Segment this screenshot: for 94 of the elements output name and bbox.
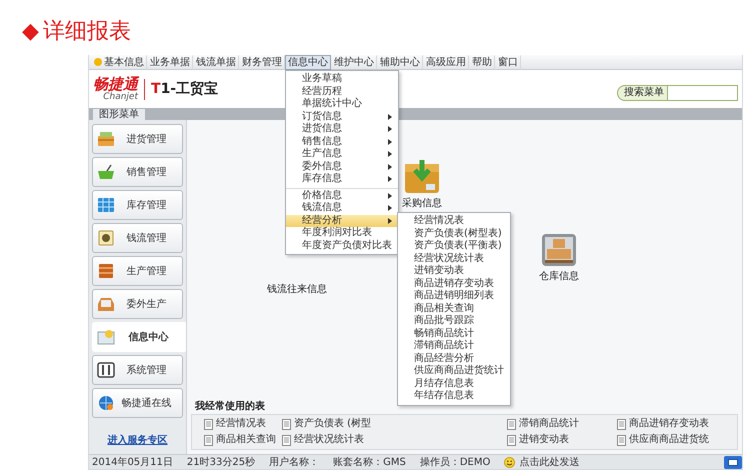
sidebar-item[interactable]: 生产管理 <box>92 256 183 286</box>
document-icon <box>507 434 516 446</box>
send-link[interactable]: 点击此处发送 <box>519 454 580 470</box>
sidebar-item[interactable]: 畅捷通在线 <box>92 388 183 418</box>
menu-entry[interactable]: 月结存信息表 <box>398 378 510 390</box>
menu-item[interactable]: 业务单据 <box>147 54 193 70</box>
menu-entry[interactable]: 商品批号跟踪 <box>398 315 510 328</box>
menu-entry[interactable]: 经营情况表 <box>398 215 510 228</box>
tab[interactable]: 图形菜单 <box>93 109 145 120</box>
menu-item[interactable]: 帮助 <box>469 54 495 70</box>
service-link[interactable]: 进入服务专区 <box>92 433 183 448</box>
menu-entry[interactable]: 商品进销明细列表 <box>398 290 510 302</box>
report-link[interactable]: 滞销商品统计 <box>519 418 579 430</box>
desktop-icon-label[interactable]: 采购信息 <box>402 196 442 211</box>
desktop-icon-label[interactable]: 钱流往来信息 <box>267 282 327 297</box>
menu-entry[interactable]: 畅销商品统计 <box>398 328 510 340</box>
menu-entry[interactable]: 委外信息 <box>286 160 398 173</box>
report-link[interactable]: 供应商商品进货统 <box>629 434 709 446</box>
diamond-marker: ◆ <box>22 18 39 46</box>
menu-entry[interactable]: 钱流信息 <box>286 202 398 214</box>
menu-entry[interactable]: 商品相关查询 <box>398 302 510 315</box>
menu-item[interactable]: 基本信息 <box>91 54 147 70</box>
menu-entry[interactable]: 单据统计中心 <box>286 98 398 110</box>
document-icon <box>617 434 626 446</box>
report-link[interactable]: 经营状况统计表 <box>294 434 364 446</box>
sliders-icon <box>97 362 115 378</box>
menu-entry[interactable]: 经营分析 <box>286 214 398 227</box>
boxes-icon <box>541 233 577 267</box>
sidebar-item[interactable]: 钱流管理 <box>92 223 183 253</box>
sidebar-item[interactable]: 系统管理 <box>92 355 183 385</box>
box-arrow-icon <box>404 158 440 194</box>
menu-item[interactable]: 信息中心 <box>285 54 331 70</box>
report-link[interactable]: 资产负债表 (树型 <box>294 418 372 430</box>
menu-item[interactable]: 高级应用 <box>423 54 469 70</box>
cabinet-icon <box>97 263 115 279</box>
user-name-label: 用户名称： <box>269 456 320 470</box>
report-link[interactable]: 经营情况表 <box>216 418 266 430</box>
smiley-icon <box>504 456 516 468</box>
window-icon <box>728 458 738 466</box>
menu-entry[interactable]: 滞销商品统计 <box>398 340 510 352</box>
menu-entry[interactable]: 生产信息 <box>286 148 398 160</box>
account-name: 账套名称：GMS <box>333 456 406 470</box>
sidebar-item[interactable]: 销售管理 <box>92 157 183 187</box>
menu-entry[interactable]: 业务草稿 <box>286 73 398 86</box>
report-link[interactable]: 进销变动表 <box>519 434 569 446</box>
menu-entry[interactable]: 订货信息 <box>286 110 398 123</box>
menu-entry[interactable]: 经营历程 <box>286 86 398 98</box>
menu-entry[interactable]: 进销变动表 <box>398 265 510 278</box>
menu-entry[interactable]: 价格信息 <box>286 188 398 202</box>
brand-logo-text: 畅捷通 <box>93 76 138 92</box>
document-icon <box>282 418 291 430</box>
sidebar-item[interactable]: 进货管理 <box>92 124 183 154</box>
menu-entry[interactable]: 进货信息 <box>286 123 398 136</box>
document-icon <box>617 418 626 430</box>
globe-icon <box>97 395 115 411</box>
coin-icon <box>97 230 115 246</box>
status-time: 21时33分25秒 <box>186 456 256 470</box>
cart-icon <box>97 164 115 180</box>
desktop-icon-label[interactable]: 仓库信息 <box>539 269 579 284</box>
document-icon <box>282 434 291 446</box>
tray-icon <box>97 296 115 312</box>
document-icon <box>507 418 516 430</box>
menu-item[interactable]: 钱流单据 <box>193 54 239 70</box>
menu-entry[interactable]: 商品经营分析 <box>398 352 510 365</box>
coin-icon <box>94 58 102 66</box>
menu-entry[interactable]: 年结存信息表 <box>398 390 510 402</box>
status-date: 2014年05月11日 <box>92 456 173 470</box>
section-title: 我经常使用的表 <box>194 400 265 414</box>
menu-entry[interactable]: 年度利润对比表 <box>286 227 398 240</box>
page-heading: 详细报表 <box>42 18 131 46</box>
report-link[interactable]: 商品进销存变动表 <box>629 418 709 430</box>
menu-entry[interactable]: 资产负债表(平衡表) <box>398 240 510 252</box>
document-icon <box>204 434 213 446</box>
grid-icon <box>97 197 115 213</box>
sidebar-item[interactable]: 信息中心 <box>92 322 187 352</box>
menu-entry[interactable]: 销售信息 <box>286 136 398 148</box>
sidebar-item[interactable]: 委外生产 <box>92 289 183 319</box>
menu-entry[interactable]: 经营状况统计表 <box>398 252 510 265</box>
menu-item[interactable]: 窗口 <box>495 54 521 70</box>
sidebar-item[interactable]: 库存管理 <box>92 190 183 220</box>
basket-icon <box>97 131 115 147</box>
menu-entry[interactable]: 库存信息 <box>286 173 398 186</box>
report-link[interactable]: 商品相关查询 <box>216 434 276 446</box>
menu-entry[interactable]: 年度资产负债对比表 <box>286 240 398 252</box>
envelope-icon <box>97 329 115 345</box>
menu-entry[interactable]: 商品进销存变动表 <box>398 278 510 290</box>
brand-latin-text: Chanjet <box>102 92 138 102</box>
product-name: T1-工贸宝 <box>144 78 218 100</box>
search-field[interactable]: 搜索菜单 <box>617 85 738 101</box>
menu-entry[interactable]: 供应商商品进货统计 <box>398 365 510 378</box>
menu-entry[interactable]: 资产负债表(树型表) <box>398 228 510 240</box>
document-icon <box>204 418 213 430</box>
operator-name: 操作员：DEMO <box>420 456 490 470</box>
chat-button[interactable] <box>724 456 742 468</box>
